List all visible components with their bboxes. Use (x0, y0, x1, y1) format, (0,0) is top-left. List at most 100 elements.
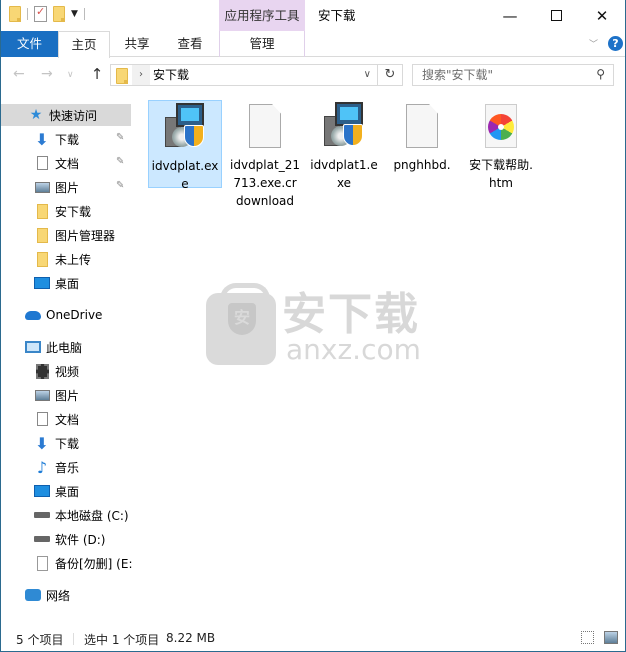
star-icon: ★ (29, 107, 43, 123)
music-icon: ♪ (36, 457, 48, 477)
app-tools-context-label: 应用程序工具 (219, 0, 305, 31)
ribbon-tabs: 文件 主页 共享 查看 管理 ﹀ ? (1, 31, 625, 58)
watermark-cn-text: 安下载 (282, 289, 420, 340)
download-icon: ⬇ (35, 433, 49, 453)
file-item[interactable]: idvdplat.exe (148, 100, 222, 191)
search-box[interactable]: ⚲ (412, 64, 614, 86)
sidebar-item-label: OneDrive (46, 308, 103, 322)
network-icon (25, 587, 41, 603)
sidebar-item-desktop[interactable]: 桌面 (1, 272, 131, 294)
help-icon[interactable]: ? (608, 36, 623, 51)
sidebar-item-label: 网络 (46, 588, 71, 603)
file-item[interactable]: idvdplat_21713.exe.crdownload (228, 100, 302, 210)
folder-icon (9, 6, 21, 22)
sidebar-item-downloads[interactable]: ⬇ 下载 ✎ (1, 128, 131, 150)
blank-file-icon (240, 102, 290, 152)
file-icon (34, 555, 50, 571)
html-file-icon (476, 102, 526, 152)
sidebar-item-pc-documents[interactable]: 文档 (1, 408, 131, 430)
sidebar-item-not-uploaded[interactable]: 未上传 (1, 248, 131, 270)
sidebar-item-videos[interactable]: 视频 (1, 360, 131, 382)
sidebar-item-quick-access[interactable]: ★ 快速访问 (1, 104, 131, 126)
folder-icon (116, 68, 128, 84)
navigation-pane: ★ 快速访问 ⬇ 下载 ✎ 文档 ✎ 图片 ✎ 安下载 图片管理器 未上传 桌面… (1, 96, 141, 624)
file-name: pnghhbd. (393, 158, 451, 172)
address-dropdown-icon[interactable]: ∨ (364, 65, 371, 85)
sidebar-item-label: 下载 (55, 436, 80, 451)
window-title: 安下载 (318, 8, 356, 23)
minimize-button[interactable]: — (487, 0, 533, 31)
tab-home[interactable]: 主页 (58, 31, 110, 58)
tab-view[interactable]: 查看 (165, 31, 215, 57)
tab-file[interactable]: 文件 (1, 31, 58, 57)
sidebar-item-label: 备份[勿删] (E: (55, 556, 133, 571)
pin-icon: ✎ (116, 156, 125, 167)
sidebar-item-picture-manager[interactable]: 图片管理器 (1, 224, 131, 246)
properties-icon[interactable] (34, 5, 47, 22)
back-button[interactable]: ← (13, 66, 25, 82)
sidebar-item-this-pc[interactable]: 此电脑 (1, 336, 131, 358)
desktop-icon (34, 483, 50, 499)
desktop-icon (34, 275, 50, 291)
tab-manage[interactable]: 管理 (219, 31, 305, 57)
drive-icon (34, 531, 50, 547)
sidebar-item-label: 安下载 (55, 204, 92, 219)
up-button[interactable]: ↑ (87, 64, 107, 84)
sidebar-item-drive-d[interactable]: 软件 (D:) (1, 528, 131, 550)
sidebar-item-pc-desktop[interactable]: 桌面 (1, 480, 131, 502)
sidebar-item-music[interactable]: ♪ 音乐 (1, 456, 131, 478)
breadcrumb-chevron[interactable]: › (132, 65, 150, 85)
breadcrumb-current[interactable]: 安下载 (153, 65, 189, 85)
sidebar-item-pictures[interactable]: 图片 ✎ (1, 176, 131, 198)
search-icon[interactable]: ⚲ (596, 67, 605, 81)
file-item[interactable]: 安下载帮助.htm (464, 100, 538, 192)
sidebar-item-pc-downloads[interactable]: ⬇ 下载 (1, 432, 131, 454)
document-icon (34, 411, 50, 427)
sidebar-item-onedrive[interactable]: OneDrive (1, 304, 131, 326)
folder-icon (34, 227, 50, 243)
sidebar-item-label: 下载 (55, 132, 80, 147)
sidebar-item-label: 图片管理器 (55, 228, 116, 243)
sidebar-item-anxz[interactable]: 安下载 (1, 200, 131, 222)
sidebar-item-network[interactable]: 网络 (1, 584, 131, 606)
sidebar-item-label: 桌面 (55, 276, 80, 291)
pin-icon: ✎ (116, 132, 125, 143)
drive-icon (34, 507, 50, 523)
address-bar[interactable]: › 安下载 ∨ (110, 64, 378, 86)
customize-toolbar-icon[interactable]: ▼ (71, 9, 78, 19)
sidebar-item-documents[interactable]: 文档 ✎ (1, 152, 131, 174)
sidebar-item-label: 本地磁盘 (C:) (55, 508, 129, 523)
sidebar-item-label: 未上传 (55, 252, 92, 267)
new-folder-icon[interactable] (53, 6, 65, 22)
status-divider (73, 633, 74, 645)
file-name: 安下载帮助.htm (469, 158, 533, 190)
large-icons-view-icon[interactable] (604, 631, 618, 644)
sidebar-item-label: 快速访问 (49, 108, 98, 123)
sidebar-item-pc-pictures[interactable]: 图片 (1, 384, 131, 406)
recent-locations-button[interactable]: ∨ (67, 70, 74, 80)
sidebar-item-drive-e[interactable]: 备份[勿删] (E: (1, 552, 141, 574)
explorer-window: ▼ 应用程序工具 安下载 — ✕ 文件 主页 共享 查看 管理 ﹀ ? ← → … (0, 0, 626, 652)
search-input[interactable] (413, 65, 583, 85)
title-bar: ▼ 应用程序工具 安下载 — ✕ (1, 0, 625, 31)
installer-icon (319, 102, 369, 152)
tab-share[interactable]: 共享 (113, 31, 161, 57)
quick-access-toolbar: ▼ (9, 5, 85, 22)
watermark-shield-icon: 安 (228, 303, 256, 335)
onedrive-icon (25, 307, 41, 323)
expand-ribbon-icon[interactable]: ﹀ (589, 37, 598, 50)
refresh-button[interactable]: ↻ (378, 64, 403, 86)
close-button[interactable]: ✕ (579, 0, 625, 31)
sidebar-item-drive-c[interactable]: 本地磁盘 (C:) (1, 504, 131, 526)
sidebar-item-label: 图片 (55, 388, 80, 403)
selected-size: 8.22 MB (166, 631, 216, 645)
forward-button[interactable]: → (41, 66, 53, 82)
pictures-icon (34, 387, 50, 403)
sidebar-item-label: 桌面 (55, 484, 80, 499)
file-item[interactable]: pnghhbd. (385, 100, 459, 174)
sidebar-item-label: 此电脑 (46, 340, 83, 355)
file-item[interactable]: idvdplat1.exe (307, 100, 381, 192)
details-view-icon[interactable] (581, 631, 594, 644)
maximize-button[interactable] (533, 0, 579, 31)
separator (27, 8, 28, 20)
